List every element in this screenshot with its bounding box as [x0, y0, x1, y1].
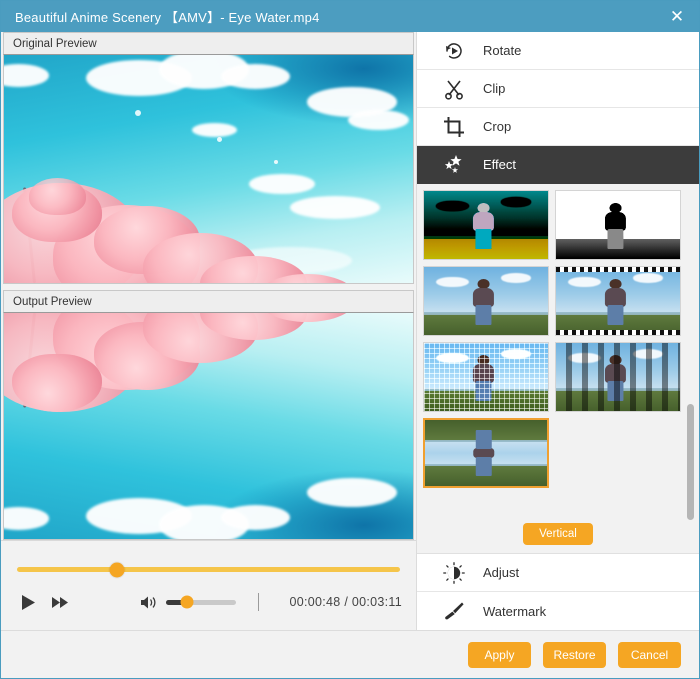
sidebar-item-watermark[interactable]: Watermark — [417, 592, 699, 630]
window-body: Original Preview Output Preview 00:00:48… — [1, 32, 699, 630]
original-preview-header: Original Preview — [3, 32, 414, 54]
effects-scrollbar[interactable] — [687, 192, 694, 545]
effect-thumb-neon[interactable] — [423, 190, 549, 260]
sidebar-item-rotate[interactable]: Rotate — [417, 32, 699, 70]
cancel-button[interactable]: Cancel — [618, 641, 681, 668]
original-preview-video[interactable] — [3, 54, 414, 284]
volume-slider[interactable] — [166, 595, 236, 609]
effect-thumb-film[interactable] — [555, 266, 681, 336]
seek-handle[interactable] — [109, 562, 125, 577]
sidebar-item-adjust[interactable]: Adjust — [417, 554, 699, 592]
sidebar-item-label: Clip — [483, 81, 506, 96]
rotate-icon — [439, 39, 469, 63]
crop-icon — [439, 115, 469, 139]
effects-scroll-area[interactable] — [417, 184, 699, 515]
effects-panel: Vertical — [417, 184, 699, 554]
volume-handle[interactable] — [180, 595, 194, 609]
play-icon[interactable] — [15, 590, 41, 614]
original-scene — [4, 55, 413, 283]
vertical-button-row: Vertical — [417, 515, 699, 553]
sidebar-item-clip[interactable]: Clip — [417, 70, 699, 108]
output-preview-video[interactable] — [3, 312, 414, 540]
player-controls: 00:00:48 / 00:03:11 — [1, 540, 416, 630]
volume-icon[interactable] — [139, 593, 159, 611]
tools-sidebar: Rotate Clip Crop Effect Vertical Adjust … — [416, 32, 699, 630]
dialog-footer: Apply Restore Cancel — [1, 630, 699, 678]
effect-thumb-original[interactable] — [423, 266, 549, 336]
effect-thumb-sketch[interactable] — [555, 190, 681, 260]
sidebar-item-label: Adjust — [483, 565, 520, 580]
volume-control — [139, 593, 259, 611]
effects-scrollbar-thumb[interactable] — [687, 403, 694, 521]
controls-divider — [258, 593, 259, 611]
sidebar-item-label: Effect — [483, 157, 517, 172]
time-display: 00:00:48 / 00:03:11 — [289, 595, 402, 609]
vertical-button[interactable]: Vertical — [523, 523, 593, 545]
sparkle-icon — [439, 153, 469, 177]
effect-thumb-mosaic[interactable] — [423, 342, 549, 412]
restore-button[interactable]: Restore — [543, 641, 606, 668]
seek-slider[interactable] — [17, 562, 400, 577]
preview-column: Original Preview Output Preview 00:00:48… — [1, 32, 416, 630]
effect-thumb-blinds[interactable] — [555, 342, 681, 412]
window-title: Beautiful Anime Scenery 【AMV】- Eye Water… — [15, 10, 320, 25]
brush-icon — [439, 599, 469, 623]
effects-grid — [423, 190, 681, 488]
output-preview-header: Output Preview — [3, 290, 414, 312]
apply-button[interactable]: Apply — [468, 641, 531, 668]
output-scene-mirrored — [4, 426, 413, 539]
sidebar-item-label: Rotate — [483, 43, 522, 58]
video-editor-window: Beautiful Anime Scenery 【AMV】- Eye Water… — [0, 0, 700, 679]
sidebar-item-label: Crop — [483, 119, 512, 134]
seek-row — [15, 553, 402, 577]
scissors-icon — [439, 77, 469, 101]
sidebar-item-crop[interactable]: Crop — [417, 108, 699, 146]
effect-thumb-vertical-mirror[interactable] — [423, 418, 549, 488]
fast-forward-icon[interactable] — [47, 590, 73, 614]
title-bar: Beautiful Anime Scenery 【AMV】- Eye Water… — [1, 1, 699, 32]
sidebar-item-effect[interactable]: Effect — [417, 146, 699, 184]
brightness-icon — [439, 561, 469, 585]
sidebar-item-label: Watermark — [483, 603, 547, 619]
transport-row: 00:00:48 / 00:03:11 — [15, 586, 402, 618]
close-icon[interactable]: ✕ — [655, 1, 699, 32]
